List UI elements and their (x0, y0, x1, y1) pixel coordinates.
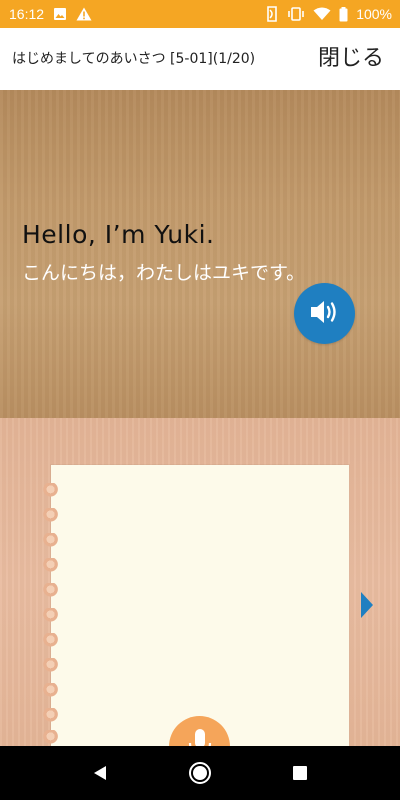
back-icon[interactable] (80, 746, 120, 800)
recents-icon[interactable] (280, 746, 320, 800)
notebook-ring (41, 533, 65, 547)
wifi-icon (313, 7, 331, 21)
close-button[interactable]: 閉じる (318, 28, 384, 90)
next-arrow-icon[interactable] (361, 592, 373, 618)
notebook (41, 465, 349, 777)
status-bar: 16:12 100% (0, 0, 400, 28)
nfc-icon (265, 6, 279, 22)
notebook-ring (41, 708, 65, 722)
notebook-ring (41, 583, 65, 597)
prompt-panel: Hello, I’m Yuki. こんにちは，わたしはユキです。 (0, 90, 400, 418)
notebook-ring (41, 730, 65, 744)
lesson-header: はじめましてのあいさつ [5-01](1/20) 閉じる (0, 28, 400, 90)
japanese-translation: こんにちは，わたしはユキです。 (22, 262, 306, 284)
battery-percent: 100% (356, 6, 392, 22)
notebook-ring (41, 633, 65, 647)
status-time: 16:12 (9, 6, 45, 22)
lesson-title: はじめましてのあいさつ [5-01](1/20) (12, 51, 256, 67)
image-icon (53, 7, 67, 21)
notebook-ring (41, 508, 65, 522)
warning-icon (76, 7, 92, 21)
notebook-ring (41, 483, 65, 497)
english-phrase: Hello, I’m Yuki. (22, 220, 215, 249)
speaker-icon (309, 298, 341, 330)
notebook-ring (41, 558, 65, 572)
battery-icon (339, 6, 348, 22)
notebook-ring (41, 658, 65, 672)
home-icon[interactable] (180, 746, 220, 800)
system-nav-bar (0, 746, 400, 800)
notebook-ring (41, 683, 65, 697)
vibrate-icon (287, 7, 305, 21)
practice-area (0, 418, 400, 777)
notebook-ring (41, 608, 65, 622)
play-audio-button[interactable] (294, 283, 355, 344)
